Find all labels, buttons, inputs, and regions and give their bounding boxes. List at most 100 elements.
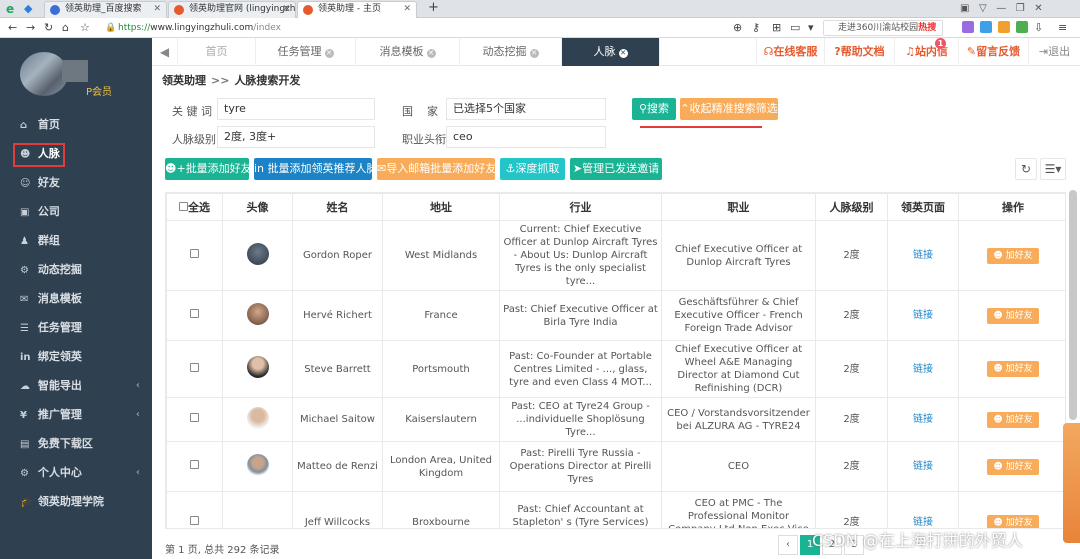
page-prev-button[interactable]: ‹: [778, 535, 798, 555]
floating-side-widget[interactable]: [1063, 423, 1080, 543]
browser-tab-baidu[interactable]: 领英助理_百度搜索 ✕: [44, 1, 167, 18]
row-checkbox[interactable]: [190, 516, 199, 525]
tab-home[interactable]: 首页: [178, 38, 256, 66]
action-header: 操作: [958, 193, 1065, 221]
linkedin-link[interactable]: 链接: [913, 414, 933, 425]
url-field[interactable]: https://www.lingyingzhuli.com/index: [118, 20, 718, 36]
scroll-left-icon[interactable]: ◀: [152, 38, 178, 66]
add-friend-button[interactable]: ☻ 加好友: [987, 247, 1039, 264]
browser-tab-official[interactable]: 领英助理官网 (lingyingzhuli. ✕: [168, 1, 296, 18]
deep-fetch-button[interactable]: ⚓深度抓取: [500, 158, 565, 180]
country-select[interactable]: 已选择5个国家: [446, 98, 606, 120]
column-toggle-button[interactable]: ☰▾: [1040, 158, 1066, 180]
browser-search-input[interactable]: 走进360川渝站校园热搜: [823, 20, 943, 36]
shield-icon[interactable]: ◆: [24, 1, 32, 17]
row-checkbox[interactable]: [190, 309, 199, 318]
bell-icon: ♫: [905, 45, 915, 58]
ext-icon[interactable]: [962, 21, 974, 33]
logout-button[interactable]: ⇥退出: [1028, 38, 1080, 66]
close-icon[interactable]: ✕: [324, 49, 334, 58]
close-tab-icon[interactable]: ✕: [403, 2, 411, 17]
tab-activity[interactable]: 动态挖掘 ✕: [460, 38, 562, 66]
dropdown-icon[interactable]: ▾: [808, 20, 814, 36]
sidebar-item-company[interactable]: ▣ 公司: [0, 197, 152, 226]
close-icon[interactable]: ✕: [618, 49, 628, 58]
online-support-button[interactable]: ☊在线客服: [756, 38, 824, 66]
select-all-header[interactable]: 全选: [166, 193, 223, 221]
envelope-icon: ✉: [377, 162, 387, 175]
sidebar-item-tasks[interactable]: ☰ 任务管理: [0, 313, 152, 342]
inbox-badge: 1: [935, 38, 946, 49]
sidebar-item-groups[interactable]: ♟ 群组: [0, 226, 152, 255]
sidebar-item-downloads[interactable]: ▤ 免费下载区: [0, 429, 152, 458]
sidebar-item-activity[interactable]: ⚙ 动态挖掘: [0, 255, 152, 284]
linkedin-link[interactable]: 链接: [913, 250, 933, 261]
keyword-input[interactable]: tyre: [217, 98, 375, 120]
download-icon[interactable]: ⇩: [1034, 20, 1043, 36]
grid-icon[interactable]: ⊞: [772, 20, 781, 36]
bookmark-icon[interactable]: ☆: [80, 20, 90, 36]
forward-icon[interactable]: →: [26, 20, 35, 36]
row-checkbox[interactable]: [190, 413, 199, 422]
sidebar-item-home[interactable]: ⌂ 首页: [0, 110, 152, 139]
new-tab-button[interactable]: +: [428, 0, 439, 16]
row-checkbox[interactable]: [190, 460, 199, 469]
sidebar-item-academy[interactable]: 🎓 领英助理学院: [0, 487, 152, 516]
ext-icon[interactable]: [980, 21, 992, 33]
back-icon[interactable]: ←: [8, 20, 17, 36]
title-input[interactable]: ceo: [446, 126, 606, 148]
browser-tab-home[interactable]: 领英助理 - 主页 ✕: [297, 1, 417, 18]
linkedin-link[interactable]: 链接: [913, 364, 933, 375]
search-button[interactable]: ⚲搜索: [632, 98, 676, 120]
batch-recommend-button[interactable]: in 批量添加领英推荐人脉: [254, 158, 378, 180]
table-row: Hervé Richert France Past: Chief Executi…: [166, 290, 1065, 341]
sidebar-item-promotion[interactable]: ¥ 推广管理 ‹: [0, 400, 152, 429]
ext-icon[interactable]: [1016, 21, 1028, 33]
add-friend-button[interactable]: ☻ 加好友: [987, 458, 1039, 475]
table-scrollbar[interactable]: [1069, 190, 1077, 420]
inbox-button[interactable]: ♫站内信 1: [894, 38, 958, 66]
breadcrumb-root[interactable]: 领英助理: [162, 74, 206, 87]
close-icon[interactable]: ✕: [426, 49, 436, 58]
sidebar-item-templates[interactable]: ✉ 消息模板: [0, 284, 152, 313]
chevron-up-icon: ⌃: [680, 102, 690, 115]
keyword-label: 关 键 词: [172, 105, 212, 118]
cast-icon[interactable]: ▭: [790, 20, 800, 36]
menu-icon[interactable]: ≡: [1058, 20, 1067, 36]
manage-invites-button[interactable]: ➤管理已发送邀请: [570, 158, 662, 180]
close-icon[interactable]: ✕: [529, 49, 539, 58]
tab-templates[interactable]: 消息模板 ✕: [356, 38, 460, 66]
tab-tasks[interactable]: 任务管理 ✕: [256, 38, 356, 66]
add-friend-button[interactable]: ☻ 加好友: [987, 411, 1039, 428]
collapse-filter-button[interactable]: ⌃收起精准搜索筛选: [680, 98, 778, 120]
add-friend-button[interactable]: ☻ 加好友: [987, 307, 1039, 324]
row-checkbox[interactable]: [190, 362, 199, 372]
avatar-header: 头像: [222, 193, 293, 221]
sidebar-item-bind-linkedin[interactable]: in 绑定领英: [0, 342, 152, 371]
linkedin-link[interactable]: 链接: [913, 310, 933, 321]
refresh-icon[interactable]: ↻: [44, 20, 53, 36]
add-friend-button[interactable]: ☻ 加好友: [987, 361, 1039, 377]
window-controls[interactable]: ▣ ▽ — ❐ ✕: [960, 1, 1043, 17]
feedback-button[interactable]: ✎留言反馈: [958, 38, 1028, 66]
sidebar-item-friends[interactable]: ☺ 好友: [0, 168, 152, 197]
import-email-button[interactable]: ✉导入邮箱批量添加好友: [377, 158, 496, 180]
batch-add-friends-button[interactable]: ☻+批量添加好友: [165, 158, 252, 180]
sidebar-item-export[interactable]: ☁ 智能导出 ‹: [0, 371, 152, 400]
refresh-button[interactable]: ↻: [1015, 158, 1037, 180]
select-all-checkbox[interactable]: [179, 202, 188, 211]
level-select[interactable]: 2度, 3度+: [217, 126, 375, 148]
row-checkbox[interactable]: [190, 249, 199, 258]
browser-logo-icon[interactable]: e: [6, 1, 14, 17]
tab-contacts[interactable]: 人脉 ✕: [562, 38, 660, 66]
help-docs-button[interactable]: ?帮助文档: [824, 38, 894, 66]
key-icon[interactable]: ⚷: [752, 20, 760, 36]
home-icon[interactable]: ⌂: [62, 20, 69, 36]
avatar[interactable]: [20, 52, 68, 96]
close-tab-icon[interactable]: ✕: [153, 2, 161, 17]
ext-icon[interactable]: [998, 21, 1010, 33]
zoom-icon[interactable]: ⊕: [733, 20, 742, 36]
sidebar-item-profile[interactable]: ⚙ 个人中心 ‹: [0, 458, 152, 487]
close-tab-icon[interactable]: ✕: [282, 2, 290, 17]
linkedin-link[interactable]: 链接: [913, 461, 933, 472]
